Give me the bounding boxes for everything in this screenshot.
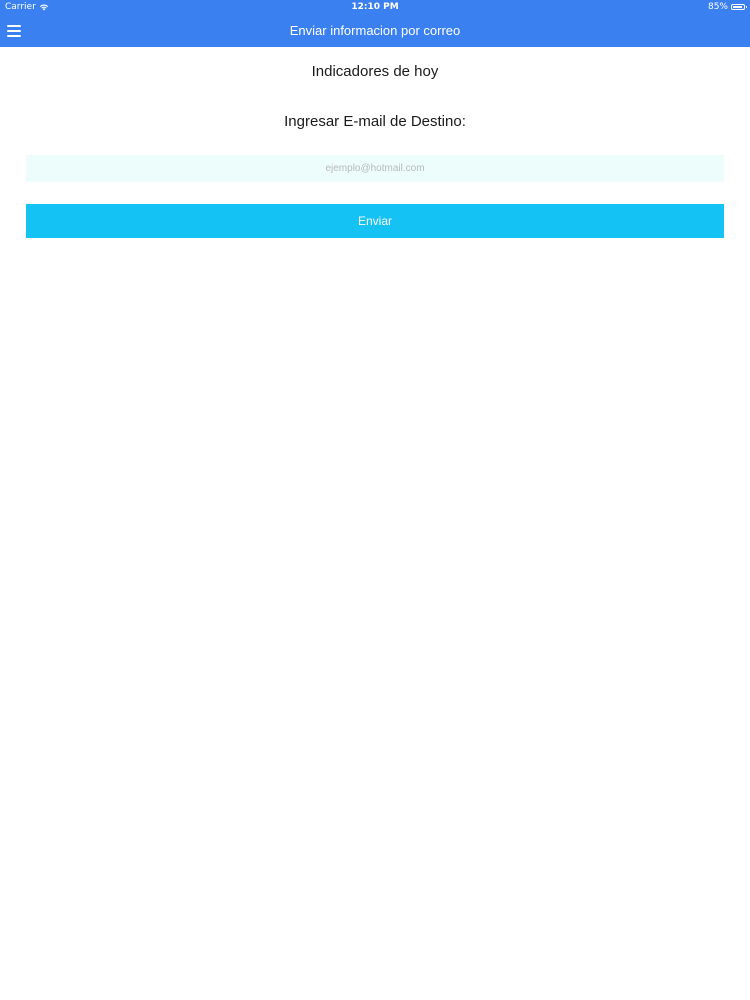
status-bar: Carrier 12:10 PM 85% xyxy=(0,0,750,14)
page-title: Enviar informacion por correo xyxy=(289,23,461,38)
battery-icon xyxy=(731,4,747,10)
section-heading: Indicadores de hoy xyxy=(311,63,439,80)
email-label: Ingresar E-mail de Destino: xyxy=(284,113,466,130)
status-time: 12:10 PM xyxy=(351,2,399,12)
battery-percent: 85% xyxy=(707,2,728,12)
email-input[interactable] xyxy=(26,155,724,182)
send-button[interactable]: Enviar xyxy=(26,204,724,238)
battery-group: 85% xyxy=(707,2,747,12)
nav-bar: Enviar informacion por correo xyxy=(0,14,750,47)
